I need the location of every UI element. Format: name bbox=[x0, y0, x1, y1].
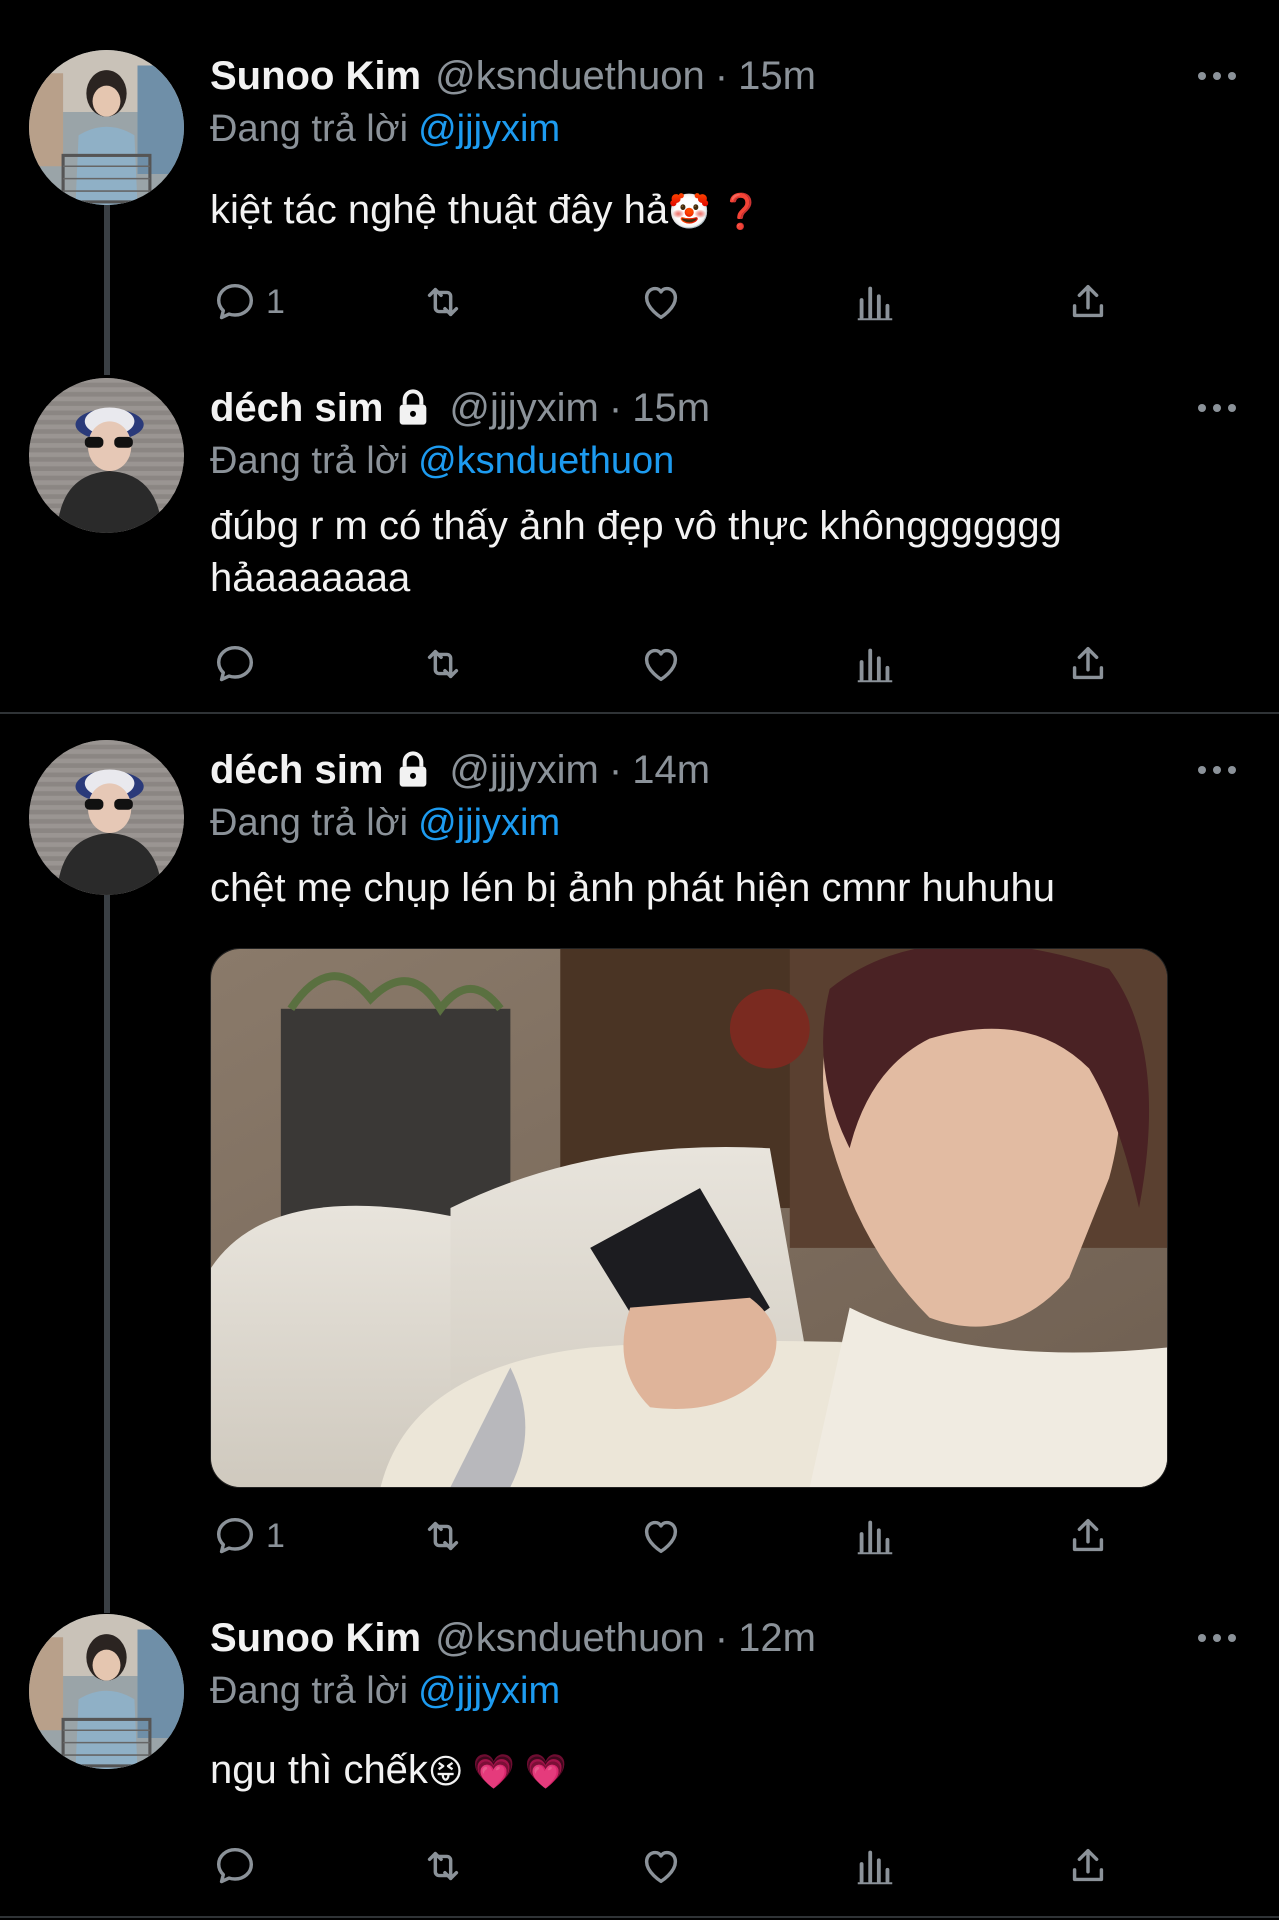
more-icon[interactable] bbox=[1179, 380, 1239, 436]
views-button[interactable] bbox=[852, 634, 898, 694]
reply-icon bbox=[212, 1843, 258, 1889]
lock-icon bbox=[391, 388, 435, 428]
avatar[interactable] bbox=[29, 1614, 184, 1769]
heart-icon bbox=[638, 641, 684, 687]
heart-icon bbox=[638, 279, 684, 325]
share-button[interactable] bbox=[1065, 272, 1111, 332]
views-button[interactable] bbox=[852, 1506, 898, 1566]
share-button[interactable] bbox=[1065, 634, 1111, 694]
timestamp[interactable]: 15m bbox=[632, 386, 710, 431]
views-button[interactable] bbox=[852, 1836, 898, 1896]
share-button[interactable] bbox=[1065, 1506, 1111, 1566]
retweet-icon bbox=[420, 1843, 466, 1889]
user-handle[interactable]: @ksnduethuon bbox=[435, 1616, 705, 1661]
user-handle[interactable]: @jjjyxim bbox=[449, 386, 598, 431]
reply-button[interactable]: 1 bbox=[212, 272, 285, 332]
avatar[interactable] bbox=[29, 378, 184, 533]
views-icon bbox=[852, 641, 898, 687]
like-button[interactable] bbox=[638, 1506, 684, 1566]
reply-button[interactable] bbox=[212, 1836, 258, 1896]
like-button[interactable] bbox=[638, 272, 684, 332]
bottom-divider bbox=[0, 1916, 1279, 1918]
tweet-text: kiệt tác nghệ thuật đây hả bbox=[210, 188, 669, 232]
reply-button[interactable]: 1 bbox=[212, 1506, 285, 1566]
separator: · bbox=[714, 53, 729, 98]
tweet-emoji: 😝 💗 💗 bbox=[427, 1753, 567, 1791]
display-name[interactable]: Sunoo Kim bbox=[210, 1616, 421, 1661]
views-icon bbox=[852, 1843, 898, 1889]
retweet-button[interactable] bbox=[420, 634, 466, 694]
heart-icon bbox=[638, 1843, 684, 1889]
dech-avatar-image bbox=[29, 378, 184, 533]
separator: · bbox=[608, 385, 623, 430]
reply-icon bbox=[212, 1513, 258, 1559]
share-icon bbox=[1065, 279, 1111, 325]
retweet-icon bbox=[420, 1513, 466, 1559]
conversation-divider bbox=[0, 712, 1279, 714]
more-icon[interactable] bbox=[1179, 48, 1239, 104]
thread-line bbox=[104, 205, 110, 375]
reply-button[interactable] bbox=[212, 634, 258, 694]
reply-mention-link[interactable]: @jjjyxim bbox=[418, 802, 560, 844]
tweet-media-photo[interactable] bbox=[210, 948, 1168, 1488]
tweet-text: ngu thì chếk bbox=[210, 1748, 428, 1792]
retweet-icon bbox=[420, 279, 466, 325]
retweet-button[interactable] bbox=[420, 1836, 466, 1896]
reply-mention-link[interactable]: @jjjyxim bbox=[418, 1670, 560, 1712]
sunoo-avatar-image bbox=[29, 1614, 184, 1769]
share-icon bbox=[1065, 1843, 1111, 1889]
like-button[interactable] bbox=[638, 1836, 684, 1896]
heart-icon bbox=[638, 1513, 684, 1559]
retweet-button[interactable] bbox=[420, 272, 466, 332]
separator: · bbox=[608, 747, 623, 792]
thread-line bbox=[104, 895, 110, 1613]
avatar[interactable] bbox=[29, 50, 184, 205]
tweet-text: đúbg r m có thấy ảnh đẹp vô thực khônggg… bbox=[210, 504, 1062, 600]
user-handle[interactable]: @jjjyxim bbox=[449, 748, 598, 793]
share-icon bbox=[1065, 1513, 1111, 1559]
reply-icon bbox=[212, 641, 258, 687]
views-icon bbox=[852, 1513, 898, 1559]
share-button[interactable] bbox=[1065, 1836, 1111, 1896]
replying-to-label: Đang trả lời bbox=[210, 440, 409, 482]
display-name[interactable]: déch sim bbox=[210, 748, 383, 793]
replying-to-label: Đang trả lời bbox=[210, 1670, 409, 1712]
reply-count: 1 bbox=[266, 1516, 285, 1555]
dech-avatar-image bbox=[29, 740, 184, 895]
more-icon[interactable] bbox=[1179, 1610, 1239, 1666]
lock-icon bbox=[391, 750, 435, 790]
timestamp[interactable]: 12m bbox=[738, 1616, 816, 1661]
timestamp[interactable]: 15m bbox=[738, 54, 816, 99]
more-icon[interactable] bbox=[1179, 742, 1239, 798]
retweet-icon bbox=[420, 641, 466, 687]
user-handle[interactable]: @ksnduethuon bbox=[435, 54, 705, 99]
display-name[interactable]: Sunoo Kim bbox=[210, 54, 421, 99]
separator: · bbox=[714, 1615, 729, 1660]
avatar[interactable] bbox=[29, 740, 184, 895]
reply-count: 1 bbox=[266, 282, 285, 321]
share-icon bbox=[1065, 641, 1111, 687]
views-button[interactable] bbox=[852, 272, 898, 332]
photo-image bbox=[211, 949, 1167, 1487]
retweet-button[interactable] bbox=[420, 1506, 466, 1566]
reply-mention-link[interactable]: @ksnduethuon bbox=[418, 440, 674, 482]
replying-to-label: Đang trả lời bbox=[210, 802, 409, 844]
reply-mention-link[interactable]: @jjjyxim bbox=[418, 108, 560, 150]
tweet-emoji: 🤡 ❓ bbox=[668, 193, 763, 231]
views-icon bbox=[852, 279, 898, 325]
reply-icon bbox=[212, 279, 258, 325]
like-button[interactable] bbox=[638, 634, 684, 694]
tweet-text: chệt mẹ chụp lén bị ảnh phát hiện cmnr h… bbox=[210, 866, 1056, 910]
display-name[interactable]: déch sim bbox=[210, 386, 383, 431]
replying-to-label: Đang trả lời bbox=[210, 108, 409, 150]
timestamp[interactable]: 14m bbox=[632, 748, 710, 793]
sunoo-avatar-image bbox=[29, 50, 184, 205]
